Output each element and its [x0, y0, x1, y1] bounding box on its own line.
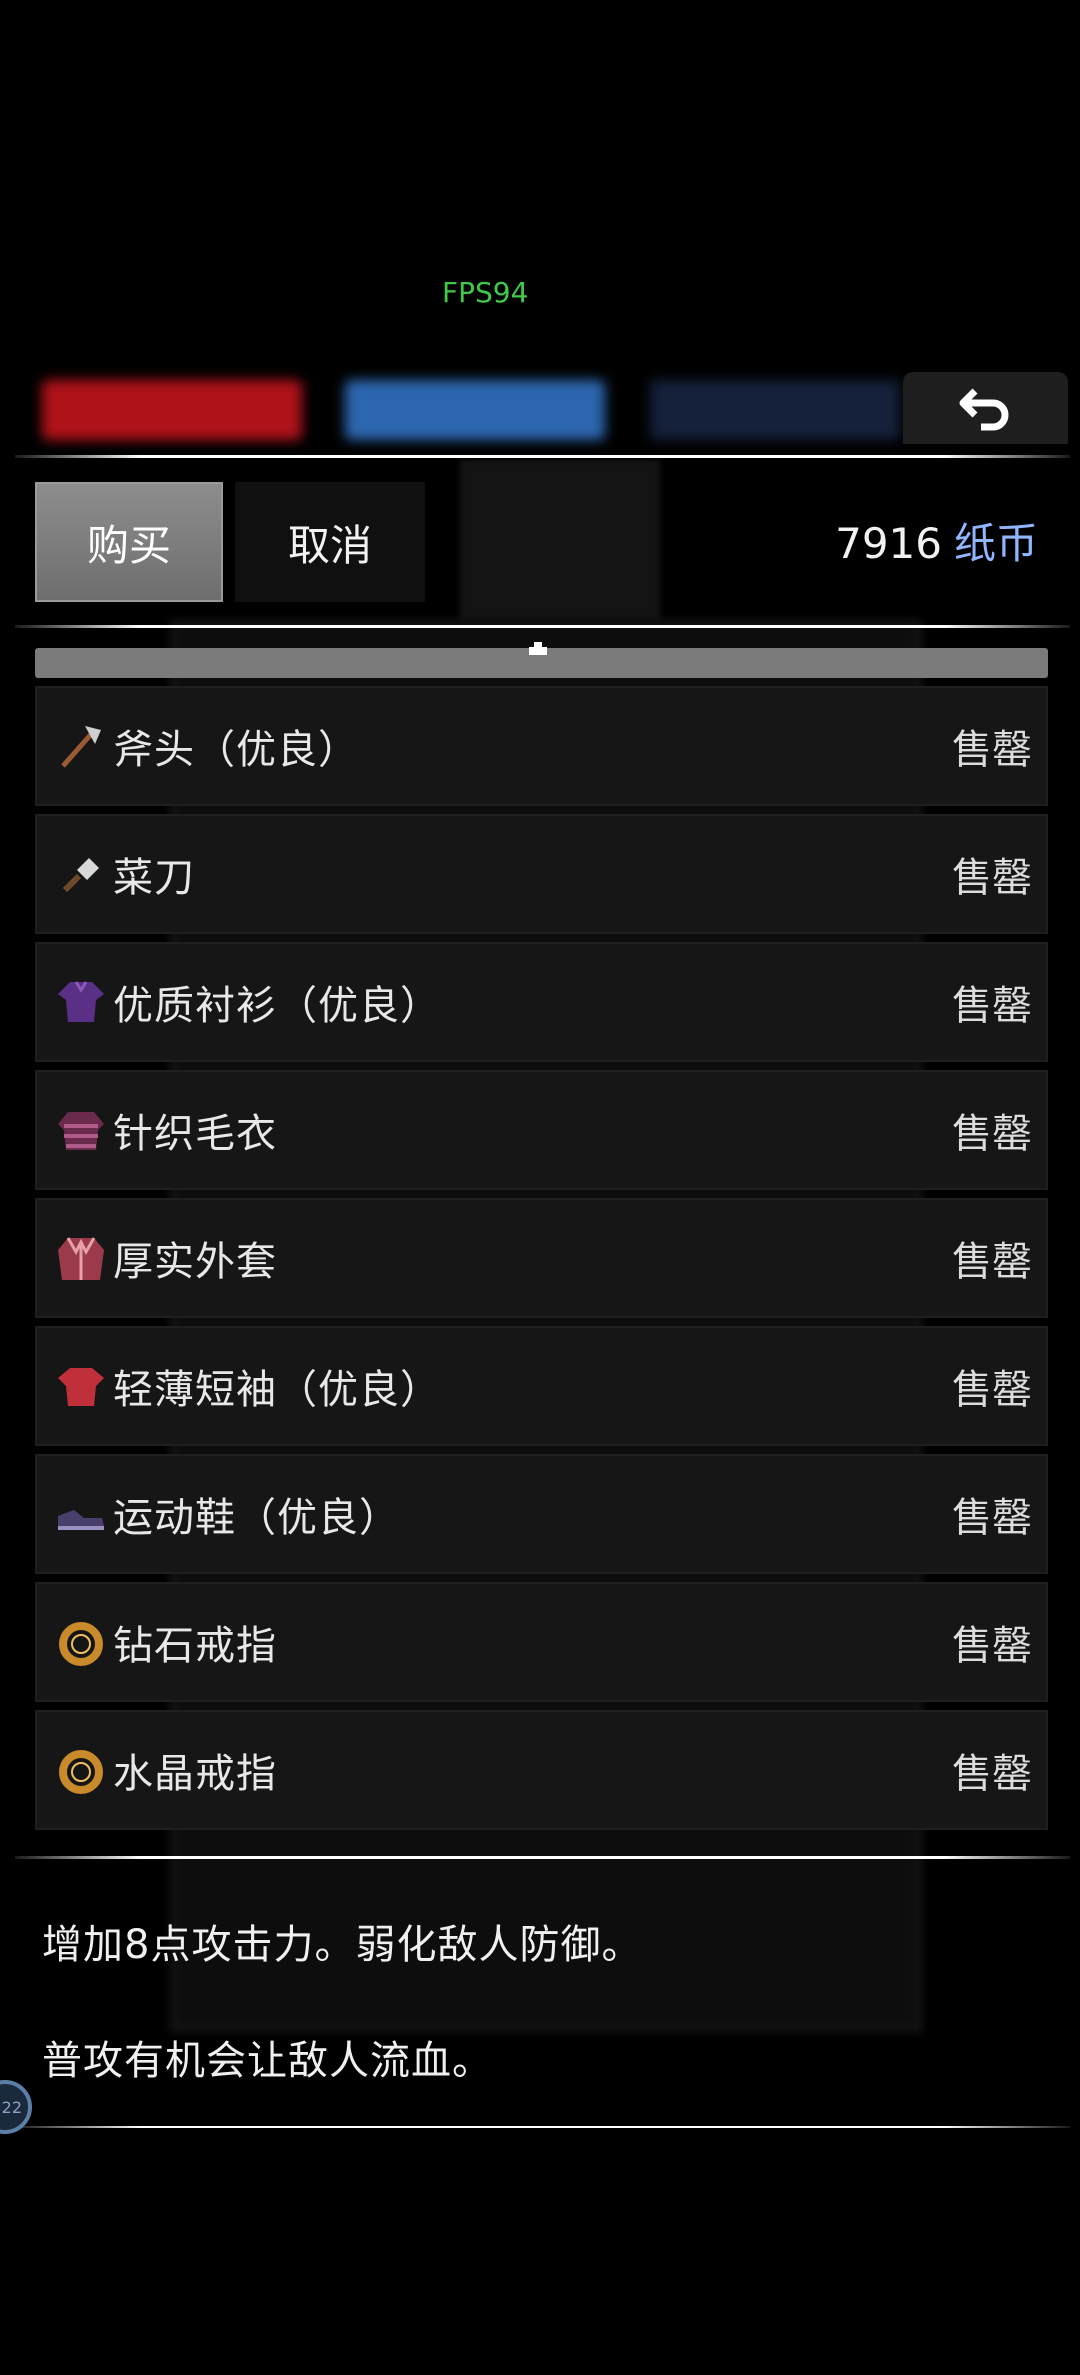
sneakers-icon: [51, 1484, 111, 1544]
bg-exp-bar: [650, 380, 900, 440]
item-name: 斧头（优良）: [113, 727, 359, 773]
bg-mana-bar: [345, 380, 605, 440]
shop-item-row[interactable]: 运动鞋（优良） 售罄: [35, 1454, 1048, 1574]
item-name: 轻薄短袖（优良）: [113, 1367, 441, 1413]
item-description-line: 增加8点攻击力。弱化敌人防御。: [42, 1922, 643, 1968]
item-description-line: 普攻有机会让敌人流血。: [42, 2038, 493, 2084]
currency-amount: 7916: [835, 519, 942, 568]
item-name: 运动鞋（优良）: [113, 1495, 400, 1541]
shop-item-row[interactable]: 水晶戒指 售罄: [35, 1710, 1048, 1830]
sweater-icon: [51, 1100, 111, 1160]
bottom-divider: [15, 2126, 1070, 2128]
sold-out-status: 售罄: [952, 1367, 1032, 1413]
shop-item-row[interactable]: 轻薄短袖（优良） 售罄: [35, 1326, 1048, 1446]
sold-out-status: 售罄: [952, 1495, 1032, 1541]
shop-item-row[interactable]: 优质衬衫（优良） 售罄: [35, 942, 1048, 1062]
fps-counter: FPS94: [442, 276, 529, 309]
bg-panel-detail: [460, 460, 660, 620]
list-divider: [15, 1856, 1070, 1859]
sold-out-status: 售罄: [952, 1239, 1032, 1285]
shop-item-row[interactable]: 斧头（优良） 售罄: [35, 686, 1048, 806]
toolbar-divider: [15, 625, 1070, 628]
item-name: 厚实外套: [113, 1239, 277, 1285]
item-name: 优质衬衫（优良）: [113, 983, 441, 1029]
shop-item-list: 斧头（优良） 售罄 菜刀 售罄 优质衬衫（优良） 售罄 针织毛衣 售罄 厚实外套…: [35, 686, 1048, 1838]
sold-out-status: 售罄: [952, 855, 1032, 901]
item-name: 针织毛衣: [113, 1111, 277, 1157]
cancel-button[interactable]: 取消: [235, 482, 425, 602]
bg-health-bar: [42, 380, 302, 440]
jacket-icon: [51, 1228, 111, 1288]
tshirt-icon: [51, 1356, 111, 1416]
ring-icon: [51, 1740, 111, 1800]
scroll-handle-icon[interactable]: [528, 640, 548, 656]
sold-out-status: 售罄: [952, 1623, 1032, 1669]
shop-item-row[interactable]: 钻石戒指 售罄: [35, 1582, 1048, 1702]
sold-out-status: 售罄: [952, 1111, 1032, 1157]
item-name: 菜刀: [113, 855, 195, 901]
ring-icon: [51, 1612, 111, 1672]
top-divider: [15, 455, 1070, 458]
back-button[interactable]: [903, 372, 1068, 444]
cleaver-icon: [51, 844, 111, 904]
axe-icon: [51, 716, 111, 776]
sold-out-status: 售罄: [952, 1751, 1032, 1797]
buy-button[interactable]: 购买: [35, 482, 223, 602]
item-name: 水晶戒指: [113, 1751, 277, 1797]
shop-item-row[interactable]: 菜刀 售罄: [35, 814, 1048, 934]
currency-display: 7916 纸币: [835, 510, 1038, 571]
shirt-icon: [51, 972, 111, 1032]
shop-item-row[interactable]: 厚实外套 售罄: [35, 1198, 1048, 1318]
back-arrow-icon: [959, 388, 1008, 431]
shop-item-row[interactable]: 针织毛衣 售罄: [35, 1070, 1048, 1190]
sold-out-status: 售罄: [952, 727, 1032, 773]
item-name: 钻石戒指: [113, 1623, 277, 1669]
currency-unit: 纸币: [953, 519, 1038, 568]
sold-out-status: 售罄: [952, 983, 1032, 1029]
